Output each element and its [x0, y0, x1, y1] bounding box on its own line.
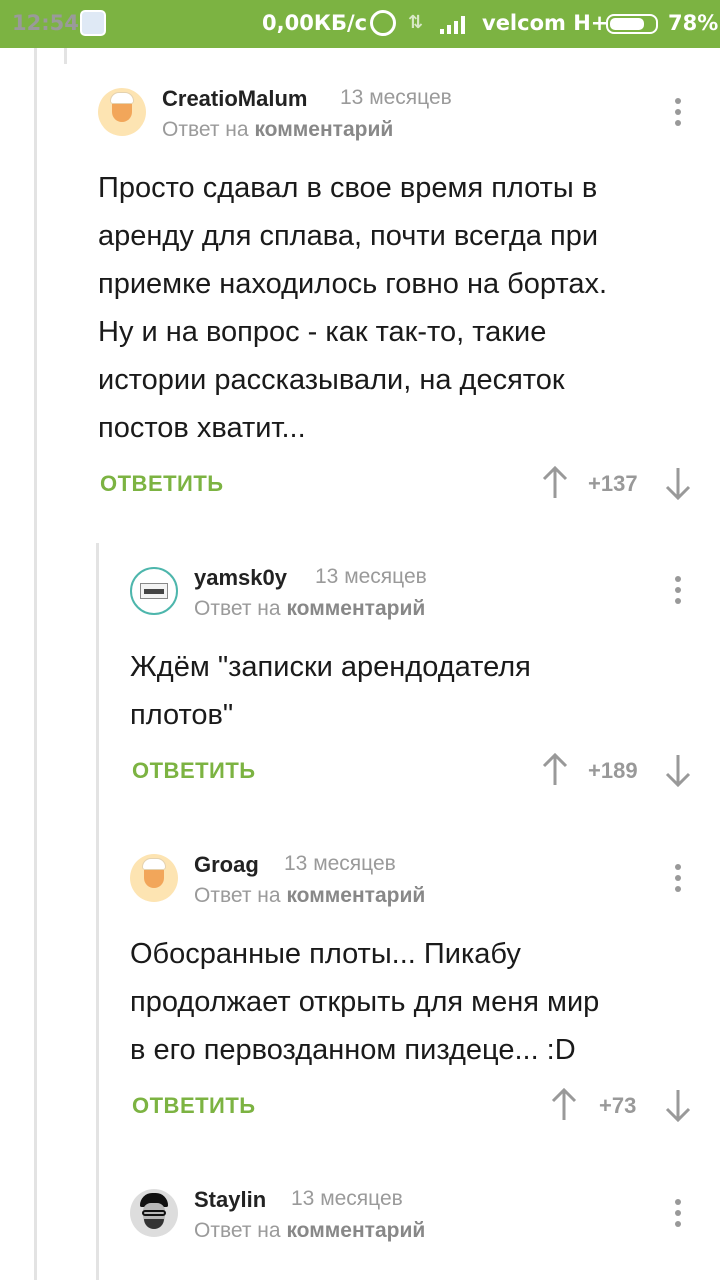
status-bar: 12:54 0,00КБ/с ⇅ velcom H+ 78% — [0, 0, 720, 48]
battery-percent: 78% — [668, 11, 719, 35]
reply-target-link[interactable]: комментарий — [286, 884, 425, 907]
downvote-arrow-icon[interactable] — [664, 1088, 692, 1122]
reply-target-link[interactable]: комментарий — [286, 1219, 425, 1242]
network-speed: 0,00КБ/с — [262, 11, 368, 35]
signal-icon — [440, 16, 465, 34]
avatar[interactable] — [130, 567, 178, 615]
comment-time: 13 месяцев — [340, 86, 452, 109]
comment-author[interactable]: CreatioMalum — [162, 86, 307, 112]
avatar[interactable] — [130, 1189, 178, 1237]
carrier-name: velcom H+ — [482, 11, 609, 35]
comment-time: 13 месяцев — [284, 852, 396, 875]
reply-to-line: Ответ на комментарий — [194, 1219, 426, 1242]
reply-target-link[interactable]: комментарий — [286, 597, 425, 620]
thread-line-outer — [34, 48, 37, 1280]
more-options-icon[interactable] — [668, 862, 688, 896]
more-options-icon[interactable] — [668, 574, 688, 608]
upvote-arrow-icon[interactable] — [541, 753, 569, 787]
status-time: 12:54 — [12, 11, 79, 35]
downvote-arrow-icon[interactable] — [664, 466, 692, 500]
rating-count: +137 — [588, 471, 638, 496]
upvote-arrow-icon[interactable] — [550, 1088, 578, 1122]
avatar[interactable] — [98, 88, 146, 136]
downvote-arrow-icon[interactable] — [664, 753, 692, 787]
reply-to-line: Ответ на комментарий — [162, 118, 394, 141]
data-transfer-icon: ⇅ — [408, 12, 424, 33]
reply-target-link[interactable]: комментарий — [254, 118, 393, 141]
comment-time: 13 месяцев — [315, 565, 427, 588]
comment-body: Ждём "записки арендодателя плотов" — [130, 651, 531, 731]
comment-author[interactable]: Staylin — [194, 1187, 266, 1213]
reply-button[interactable]: ОТВЕТИТЬ — [132, 758, 256, 784]
app-notification-icon — [80, 10, 106, 36]
more-options-icon[interactable] — [668, 1197, 688, 1231]
comment-body: Обосранные плоты... Пикабу продолжает от… — [130, 938, 600, 1066]
upvote-arrow-icon[interactable] — [541, 466, 569, 500]
reply-button[interactable]: ОТВЕТИТЬ — [100, 471, 224, 497]
rating-count: +73 — [599, 1093, 637, 1118]
battery-icon — [606, 14, 658, 34]
more-options-icon[interactable] — [668, 96, 688, 130]
rating-count: +189 — [588, 758, 638, 783]
comment-author[interactable]: yamsk0y — [194, 565, 287, 591]
comment-body: Просто сдавал в свое время плоты в аренд… — [98, 172, 608, 444]
comment-time: 13 месяцев — [291, 1187, 403, 1210]
comment-author[interactable]: Groag — [194, 852, 259, 878]
thread-line-top — [64, 48, 67, 64]
reply-to-line: Ответ на комментарий — [194, 884, 426, 907]
reply-button[interactable]: ОТВЕТИТЬ — [132, 1093, 256, 1119]
alarm-icon — [370, 10, 396, 36]
reply-to-line: Ответ на комментарий — [194, 597, 426, 620]
thread-line-nested — [96, 543, 99, 1280]
avatar[interactable] — [130, 854, 178, 902]
